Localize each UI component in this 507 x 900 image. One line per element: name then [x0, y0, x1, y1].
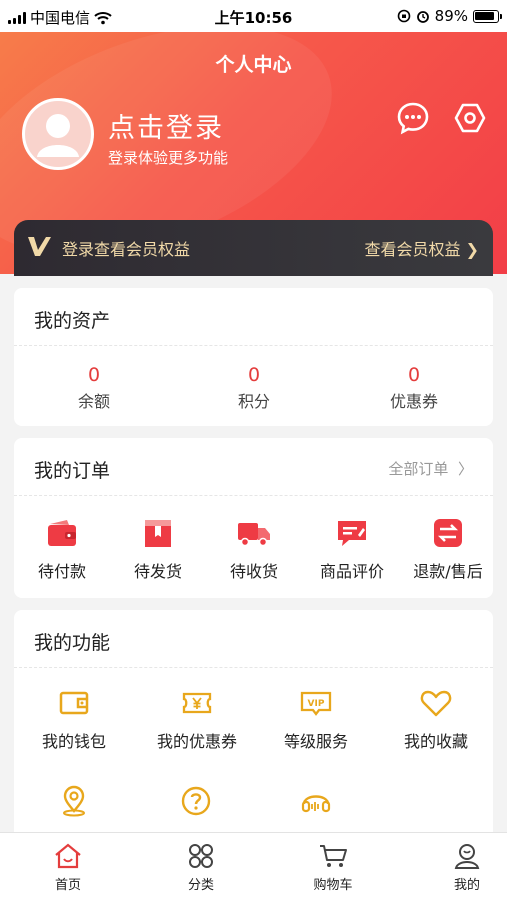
vip-banner-text: 登录查看会员权益	[62, 240, 191, 259]
function-address[interactable]	[26, 784, 122, 826]
coupon-icon	[182, 692, 212, 714]
asset-label: 余额	[77, 392, 110, 411]
asset-value: 0	[87, 364, 101, 386]
asset-balance[interactable]: 0 余额	[14, 364, 174, 412]
message-icon[interactable]	[396, 101, 430, 135]
tab-bar: 首页 分类 购物车 我的	[0, 832, 507, 900]
alarm-icon	[416, 11, 429, 23]
location-icon	[63, 785, 85, 817]
function-label: 我的钱包	[41, 732, 106, 751]
divider	[14, 667, 493, 668]
divider	[14, 345, 493, 346]
tab-category[interactable]: 分类	[161, 841, 241, 893]
tab-profile[interactable]: 我的	[427, 841, 507, 893]
profile-icon	[454, 844, 480, 869]
order-label: 待发货	[133, 562, 182, 581]
headset-icon	[301, 795, 331, 813]
order-label: 待收货	[229, 562, 278, 581]
vip-benefits-link[interactable]: 查看会员权益 ❯	[364, 236, 479, 260]
battery-icon	[473, 9, 502, 23]
avatar[interactable]	[22, 98, 94, 170]
home-icon	[55, 843, 81, 869]
order-refund[interactable]: 退款/售后	[402, 516, 494, 582]
tab-label: 我的	[453, 878, 480, 893]
vip-benefits-label: 查看会员权益	[364, 240, 461, 259]
package-icon	[145, 520, 171, 547]
order-reviews[interactable]: 商品评价	[304, 516, 400, 582]
vip-banner[interactable]: 登录查看会员权益 查看会员权益 ❯	[14, 220, 493, 276]
functions-title: 我的功能	[34, 632, 111, 654]
asset-label: 积分	[237, 392, 270, 411]
chevron-right-icon: ❯	[465, 240, 479, 259]
tab-home[interactable]: 首页	[28, 841, 108, 893]
asset-coupons[interactable]: 0 优惠券	[334, 364, 494, 412]
settings-icon[interactable]	[453, 101, 487, 135]
all-orders-label: 全部订单	[388, 460, 449, 478]
heart-icon	[420, 690, 452, 717]
page-title: 个人中心	[215, 54, 292, 76]
assets-card: 我的资产 0 余额 0 积分 0 优惠券	[14, 288, 493, 426]
grid-icon	[189, 844, 213, 868]
order-pending-payment[interactable]: 待付款	[18, 516, 106, 582]
tab-label: 购物车	[313, 878, 353, 893]
login-title[interactable]: 点击登录	[108, 106, 224, 145]
function-label: 我的收藏	[403, 732, 468, 751]
login-subtitle: 登录体验更多功能	[108, 149, 229, 167]
all-orders-link[interactable]: 全部订单 〉	[388, 458, 473, 479]
order-label: 待付款	[37, 562, 86, 581]
battery-percent: 89%	[434, 7, 468, 25]
function-customer-service[interactable]	[268, 784, 364, 826]
comment-icon	[338, 521, 366, 546]
svg-text:VIP: VIP	[308, 699, 325, 709]
tab-cart[interactable]: 购物车	[293, 841, 373, 893]
function-level-service[interactable]: VIP 等级服务	[268, 686, 364, 752]
help-icon	[181, 786, 211, 816]
status-bar: 中国电信 上午10:56 89%	[0, 0, 507, 32]
function-wallet[interactable]: 我的钱包	[26, 686, 122, 752]
order-label: 退款/售后	[413, 562, 483, 581]
wallet-icon	[48, 520, 76, 546]
asset-points[interactable]: 0 积分	[174, 364, 334, 412]
vip-badge-icon: VIP	[300, 691, 332, 716]
chevron-right-icon: 〉	[457, 460, 473, 478]
refund-icon	[434, 519, 462, 547]
cart-icon	[320, 845, 347, 867]
user-silhouette-icon	[37, 114, 79, 157]
vip-v-icon	[28, 237, 51, 256]
orders-card: 我的订单 全部订单 〉 待付款 待发货 待收货 商品评价 退款/售后	[14, 438, 493, 598]
rotation-lock-icon	[397, 9, 410, 23]
tab-label: 分类	[187, 878, 214, 893]
truck-icon	[238, 523, 270, 547]
assets-title: 我的资产	[34, 310, 111, 332]
divider	[14, 495, 493, 496]
wallet-outline-icon	[59, 691, 89, 715]
asset-value: 0	[407, 364, 421, 386]
orders-title: 我的订单	[34, 460, 111, 482]
function-favorites[interactable]: 我的收藏	[388, 686, 484, 752]
function-help[interactable]	[148, 784, 244, 826]
function-coupons[interactable]: 我的优惠券	[142, 686, 252, 752]
asset-value: 0	[247, 364, 261, 386]
function-label: 我的优惠券	[156, 732, 237, 751]
asset-label: 优惠券	[389, 392, 438, 411]
order-label: 商品评价	[319, 562, 384, 581]
function-label: 等级服务	[283, 732, 348, 751]
functions-card: 我的功能 我的钱包 我的优惠券 VIP 等级服务 我的收藏	[14, 610, 493, 850]
tab-label: 首页	[54, 878, 81, 893]
order-pending-receipt[interactable]: 待收货	[210, 516, 298, 582]
order-pending-shipment[interactable]: 待发货	[114, 516, 202, 582]
